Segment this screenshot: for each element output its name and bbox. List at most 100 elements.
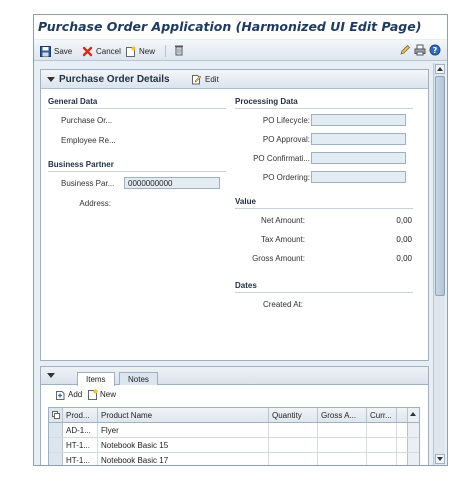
new-document-icon: [88, 389, 98, 400]
items-toolbar: Add New: [41, 386, 428, 402]
tab-notes[interactable]: Notes: [119, 372, 158, 385]
table-row[interactable]: HT-1... Notebook Basic 15: [49, 438, 419, 453]
employee-label: Employee Re...: [61, 136, 116, 145]
red-x-icon: [82, 46, 93, 56]
add-item-button[interactable]: Add: [55, 389, 82, 400]
po-ordering-label: PO Ordering:: [262, 173, 310, 182]
cell-quantity: [269, 438, 318, 452]
trash-icon[interactable]: [173, 44, 185, 56]
content-area: Purchase Order Details Edit General Data…: [36, 63, 432, 465]
processing-data-title: Processing Data: [235, 97, 298, 106]
help-icon[interactable]: ?: [429, 44, 441, 56]
printer-icon[interactable]: [414, 44, 426, 56]
select-all-icon[interactable]: [49, 408, 63, 422]
cell-gross-amount: [318, 423, 367, 437]
cell-currency: [367, 453, 397, 465]
row-selector[interactable]: [49, 423, 63, 437]
po-approval-field[interactable]: [311, 133, 406, 145]
collapse-arrow-icon[interactable]: [47, 77, 55, 82]
table-scrollbar[interactable]: [407, 453, 419, 465]
new-document-icon: [126, 46, 136, 57]
address-label: Address:: [79, 199, 111, 208]
table-scroll-up[interactable]: [407, 408, 419, 422]
tax-amount-label: Tax Amount:: [260, 235, 305, 244]
panel-header: Purchase Order Details Edit: [41, 70, 428, 89]
new-item-label: New: [100, 390, 117, 399]
po-lifecycle-field[interactable]: [311, 114, 406, 126]
dates-title: Dates: [235, 281, 257, 290]
tab-items[interactable]: Items: [77, 372, 115, 386]
po-lifecycle-label: PO Lifecycle:: [262, 116, 310, 125]
tax-amount-value: 0,00: [396, 235, 412, 244]
divider: [235, 108, 413, 109]
edit-icon: [192, 75, 202, 85]
po-confirmation-label: PO Confirmati...: [253, 154, 310, 163]
cell-gross-amount: [318, 438, 367, 452]
items-panel: Items Notes Add New Prod... Product Name…: [40, 366, 429, 465]
cell-product-name: Notebook Basic 15: [98, 438, 269, 452]
table-row[interactable]: AD-1... Flyer: [49, 423, 419, 438]
tab-strip: Items Notes: [41, 367, 428, 386]
general-data-title: General Data: [48, 97, 98, 106]
cell-product-name: Flyer: [98, 423, 269, 437]
po-approval-label: PO Approval:: [262, 135, 310, 144]
table-scrollbar[interactable]: [407, 438, 419, 452]
column-header-product[interactable]: Prod...: [63, 408, 98, 422]
po-ordering-field[interactable]: [311, 171, 406, 183]
divider: [48, 108, 226, 109]
cell-currency: [367, 423, 397, 437]
edit-button[interactable]: Edit: [191, 74, 219, 85]
main-toolbar: Save Cancel New ?: [34, 40, 447, 61]
edit-label: Edit: [205, 75, 219, 84]
cell-currency: [367, 438, 397, 452]
gross-amount-label: Gross Amount:: [252, 254, 305, 263]
row-selector[interactable]: [49, 438, 63, 452]
collapse-arrow-icon[interactable]: [47, 373, 55, 378]
divider: [235, 292, 413, 293]
po-confirmation-field[interactable]: [311, 152, 406, 164]
purchase-order-details-panel: Purchase Order Details Edit General Data…: [40, 69, 429, 361]
cell-product: HT-1...: [63, 453, 98, 465]
add-label: Add: [68, 390, 83, 399]
purchase-order-label: Purchase Or...: [61, 116, 113, 125]
table-header: Prod... Product Name Quantity Gross A...…: [49, 408, 419, 423]
scrollbar-thumb[interactable]: [435, 76, 445, 296]
divider: [235, 208, 413, 209]
svg-text:?: ?: [433, 46, 438, 55]
cell-product-name: Notebook Basic 17: [98, 453, 269, 465]
created-at-label: Created At:: [262, 300, 303, 309]
business-partner-title: Business Partner: [48, 160, 114, 169]
cell-quantity: [269, 453, 318, 465]
save-label: Save: [54, 46, 73, 56]
scroll-down-arrow-icon[interactable]: [435, 454, 445, 464]
app-title: Purchase Order Application (Harmonized U…: [34, 15, 447, 39]
new-item-button[interactable]: New: [87, 389, 116, 400]
new-button[interactable]: New: [125, 44, 155, 58]
cell-product: HT-1...: [63, 438, 98, 452]
new-label: New: [139, 46, 156, 56]
save-button[interactable]: Save: [40, 44, 72, 58]
column-header-currency[interactable]: Curr...: [367, 408, 397, 422]
column-header-quantity[interactable]: Quantity: [269, 408, 318, 422]
column-header-gross-amount[interactable]: Gross A...: [318, 408, 367, 422]
pencil-icon[interactable]: [399, 44, 411, 56]
items-table: Prod... Product Name Quantity Gross A...…: [48, 407, 420, 465]
business-partner-field[interactable]: 0000000000: [124, 177, 220, 189]
column-header-product-name[interactable]: Product Name: [98, 408, 269, 422]
row-selector[interactable]: [49, 453, 63, 465]
cancel-button[interactable]: Cancel: [82, 44, 121, 58]
net-amount-value: 0,00: [396, 216, 412, 225]
cancel-label: Cancel: [96, 46, 121, 56]
gross-amount-value: 0,00: [396, 254, 412, 263]
page-vertical-scrollbar[interactable]: [433, 63, 445, 465]
cell-quantity: [269, 423, 318, 437]
table-scrollbar[interactable]: [407, 423, 419, 437]
cell-product: AD-1...: [63, 423, 98, 437]
add-icon: [56, 391, 65, 400]
cell-gross-amount: [318, 453, 367, 465]
scroll-up-arrow-icon[interactable]: [435, 64, 445, 74]
floppy-disk-icon: [40, 45, 51, 57]
table-row[interactable]: HT-1... Notebook Basic 17: [49, 453, 419, 465]
panel-title: Purchase Order Details: [59, 74, 170, 85]
value-title: Value: [235, 197, 256, 206]
